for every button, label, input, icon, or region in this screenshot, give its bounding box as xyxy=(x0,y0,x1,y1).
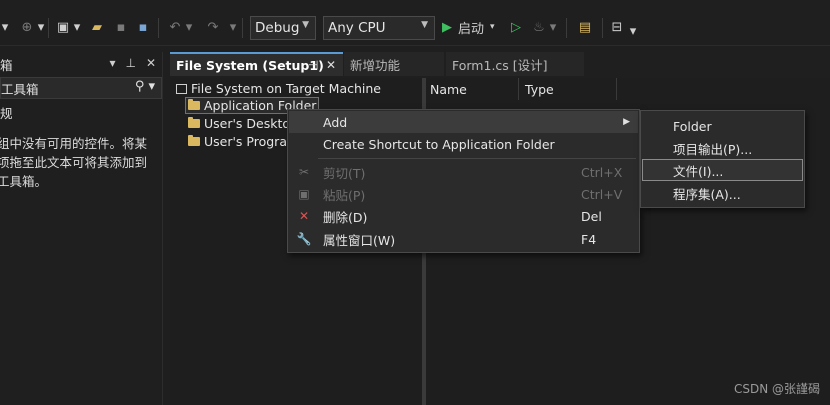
close-icon[interactable]: ✕ xyxy=(326,58,336,72)
scissors-icon: ✂ xyxy=(298,165,310,179)
open-folder-icon[interactable]: ▰ xyxy=(88,16,106,38)
start-label: 启动 xyxy=(458,21,485,37)
configuration-select[interactable]: Debug ▼ xyxy=(250,16,316,40)
panel-options-icon[interactable]: ▾ xyxy=(109,56,115,70)
target-machine-icon xyxy=(176,83,187,94)
column-divider[interactable] xyxy=(616,78,617,100)
submenu-item-project-output[interactable]: 项目输出(P)... xyxy=(642,137,803,159)
menu-separator xyxy=(318,158,636,159)
menu-item-cut[interactable]: ✂ 剪切(T) Ctrl+X xyxy=(289,161,638,183)
chevron-down-icon: ▼ xyxy=(302,20,309,30)
undo-icon[interactable]: ↶ xyxy=(166,16,184,38)
column-header-name[interactable]: Name xyxy=(430,78,467,100)
tab-form1-design[interactable]: Form1.cs [设计] xyxy=(446,52,584,76)
redo-icon[interactable]: ↷ xyxy=(204,16,222,38)
play-icon: ▶ xyxy=(442,19,452,35)
submenu-item-label: 程序集(A)... xyxy=(673,186,741,202)
wrench-icon: 🔧 xyxy=(296,232,312,246)
dropdown-arrow-icon[interactable]: ▾ xyxy=(228,16,238,38)
toolbox-search-input[interactable]: 工具箱 ⚲ ▾ xyxy=(0,77,162,99)
menu-item-label: 属性窗口(W) xyxy=(323,232,396,248)
dropdown-arrow-icon[interactable]: ▾ xyxy=(548,16,558,38)
dropdown-arrow-icon: ▾ xyxy=(490,22,495,32)
menu-item-shortcut: Ctrl+X xyxy=(581,164,623,180)
menu-item-shortcut: F4 xyxy=(581,231,597,247)
tab-new-features[interactable]: 新增功能 xyxy=(344,52,444,76)
paste-icon: ▣ xyxy=(298,187,310,201)
platform-value: Any CPU xyxy=(328,20,386,36)
solution-explorer-icon[interactable]: ▤ xyxy=(574,16,596,38)
menu-item-delete[interactable]: ✕ 删除(D) Del xyxy=(289,205,638,227)
add-submenu: Folder 项目输出(P)... 文件(I)... 程序集(A)... xyxy=(640,110,805,208)
menu-item-properties[interactable]: 🔧 属性窗口(W) F4 xyxy=(289,228,638,250)
tree-root[interactable]: File System on Target Machine xyxy=(176,81,381,96)
submenu-item-file[interactable]: 文件(I)... xyxy=(642,159,803,181)
tree-item-users-desktop[interactable]: User's Desktop xyxy=(188,116,298,131)
context-menu: Add ▶ Create Shortcut to Application Fol… xyxy=(287,109,640,253)
menu-item-create-shortcut[interactable]: Create Shortcut to Application Folder xyxy=(289,133,638,155)
toolbox-search-text: 工具箱 xyxy=(1,81,39,97)
dropdown-arrow-icon[interactable]: ▾ xyxy=(184,16,194,38)
tree-item-label: User's Program xyxy=(204,134,300,149)
tab-label: File System (Setup1) xyxy=(176,57,324,73)
submenu-item-assembly[interactable]: 程序集(A)... xyxy=(642,182,803,204)
dropdown-arrow-icon[interactable]: ▾ xyxy=(0,16,10,38)
search-icon[interactable]: ⚲ ▾ xyxy=(135,79,155,94)
pin-icon[interactable]: ⊣ xyxy=(308,58,318,72)
submenu-item-label: 文件(I)... xyxy=(673,163,724,179)
document-tabs: File System (Setup1) ⊣ ✕ 新增功能 Form1.cs [… xyxy=(170,52,830,76)
dropdown-arrow-icon[interactable]: ▾ xyxy=(72,16,82,38)
submenu-arrow-icon: ▶ xyxy=(623,117,630,127)
tree-root-label: File System on Target Machine xyxy=(191,81,381,96)
toolbox-panel: 箱 ▾ ⊥ ✕ 工具箱 ⚲ ▾ 规 组中没有可用的控件。将某项拖至此文本可将其添… xyxy=(0,52,163,405)
window-layout-icon[interactable]: ⊟ xyxy=(608,16,626,38)
delete-x-icon: ✕ xyxy=(298,209,310,223)
toolbox-empty-message: 组中没有可用的控件。将某项拖至此文本可将其添加到工具箱。 xyxy=(0,136,148,189)
save-all-icon[interactable]: ▪ xyxy=(134,16,152,38)
menu-item-add[interactable]: Add ▶ xyxy=(289,111,638,133)
column-header-type[interactable]: Type xyxy=(525,78,554,100)
folder-icon xyxy=(188,117,200,128)
menu-item-label: Create Shortcut to Application Folder xyxy=(323,136,555,152)
pin-icon[interactable]: ⊥ xyxy=(125,56,135,70)
menu-item-shortcut: Ctrl+V xyxy=(581,186,623,202)
folder-icon xyxy=(188,135,200,146)
dropdown-arrow-icon[interactable]: ▾ xyxy=(36,16,46,38)
tab-label: 新增功能 xyxy=(350,57,401,73)
toolbar: ▾ ⊕ ▾ ▣ ▾ ▰ ▪ ▪ ↶ ▾ ↷ ▾ Debug ▼ Any CPU … xyxy=(0,8,830,46)
tab-file-system-setup1[interactable]: File System (Setup1) ⊣ ✕ xyxy=(170,52,343,76)
navigate-forward-icon[interactable]: ⊕ xyxy=(18,16,36,38)
menu-item-label: 删除(D) xyxy=(323,209,368,225)
platform-select[interactable]: Any CPU ▼ xyxy=(323,16,435,40)
menu-item-label: 粘贴(P) xyxy=(323,187,366,203)
toolbox-group-header[interactable]: 规 xyxy=(0,103,13,122)
close-icon[interactable]: ✕ xyxy=(146,56,156,70)
new-project-icon[interactable]: ▣ xyxy=(54,16,72,38)
menu-item-paste[interactable]: ▣ 粘贴(P) Ctrl+V xyxy=(289,183,638,205)
toolbar-overflow-icon[interactable]: ▾ xyxy=(628,20,638,42)
watermark: CSDN @张謹碣 xyxy=(733,382,820,396)
chevron-down-icon: ▼ xyxy=(421,20,428,30)
menu-item-label: Add xyxy=(323,114,348,130)
column-divider[interactable] xyxy=(518,78,519,100)
menu-item-label: 剪切(T) xyxy=(323,165,366,181)
folder-icon xyxy=(188,99,200,110)
tab-label: Form1.cs [设计] xyxy=(452,57,548,73)
hot-reload-icon[interactable]: ♨ xyxy=(530,16,548,38)
tree-item-users-program[interactable]: User's Program xyxy=(188,134,299,149)
submenu-item-folder[interactable]: Folder xyxy=(642,115,803,137)
start-without-debug-icon[interactable]: ▷ xyxy=(508,16,524,38)
tree-item-label: User's Desktop xyxy=(204,116,298,131)
save-icon[interactable]: ▪ xyxy=(112,16,130,38)
submenu-item-label: 项目输出(P)... xyxy=(673,141,753,157)
menu-bar-clipped xyxy=(0,0,830,8)
menu-item-shortcut: Del xyxy=(581,208,602,224)
submenu-item-label: Folder xyxy=(673,118,712,134)
configuration-value: Debug xyxy=(255,20,300,36)
